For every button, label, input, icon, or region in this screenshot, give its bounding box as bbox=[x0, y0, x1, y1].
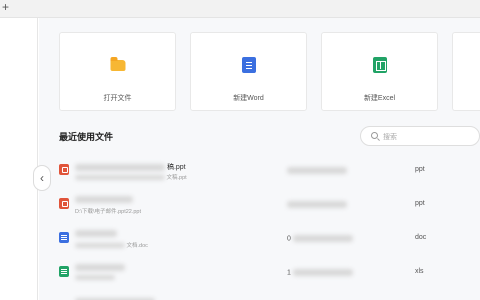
word-doc-icon bbox=[241, 57, 256, 73]
file-time: 1 bbox=[287, 269, 353, 276]
sidebar bbox=[0, 18, 38, 300]
file-type: ppt bbox=[415, 166, 425, 173]
folder-icon bbox=[110, 57, 125, 71]
file-time bbox=[287, 167, 347, 174]
file-path: 文稿.ppt bbox=[75, 173, 187, 181]
ppt-file-icon bbox=[59, 164, 69, 175]
file-type: ppt bbox=[415, 200, 425, 207]
list-item[interactable] bbox=[57, 294, 480, 300]
file-path: 文档.doc bbox=[75, 241, 148, 249]
file-type: xls bbox=[415, 268, 424, 275]
list-item[interactable]: D:\下载\电子邮件.ppt22.ppt ppt bbox=[57, 192, 480, 224]
file-time: 0 bbox=[287, 235, 353, 242]
file-name bbox=[75, 230, 117, 237]
recent-files-title: 最近使用文件 bbox=[59, 132, 114, 142]
new-excel-card[interactable]: 新建Excel bbox=[321, 32, 438, 111]
search-input[interactable]: 搜索 bbox=[360, 126, 480, 146]
new-word-label: 新建Word bbox=[233, 95, 264, 102]
file-time bbox=[287, 201, 347, 208]
new-word-card[interactable]: 新建Word bbox=[190, 32, 307, 111]
open-file-card[interactable]: 打开文件 bbox=[59, 32, 176, 111]
title-bar: + bbox=[0, 0, 480, 18]
collapse-sidebar-button[interactable]: ‹ bbox=[33, 165, 51, 191]
main-panel: 打开文件 新建Word 新建Excel 最近使用文件 搜索 稿.ppt 文稿.p… bbox=[39, 18, 480, 300]
list-item[interactable]: 稿.ppt 文稿.ppt ppt bbox=[57, 158, 480, 190]
ppt-file-icon bbox=[59, 198, 69, 209]
open-file-label: 打开文件 bbox=[103, 95, 132, 102]
new-tab-button[interactable]: + bbox=[2, 0, 9, 14]
file-path: D:\下载\电子邮件.ppt22.ppt bbox=[75, 209, 142, 215]
file-name bbox=[75, 196, 133, 203]
chevron-left-icon: ‹ bbox=[40, 171, 44, 185]
search-placeholder: 搜索 bbox=[383, 134, 397, 141]
list-item[interactable]: 文档.doc 0 doc bbox=[57, 226, 480, 258]
list-item[interactable]: 1 xls bbox=[57, 260, 480, 292]
file-name: 稿.ppt bbox=[75, 162, 186, 172]
file-name bbox=[75, 264, 125, 271]
more-action-card[interactable] bbox=[452, 32, 480, 111]
search-icon bbox=[371, 132, 378, 139]
doc-file-icon bbox=[59, 232, 69, 243]
xls-file-icon bbox=[59, 266, 69, 277]
file-path bbox=[75, 275, 115, 281]
new-excel-label: 新建Excel bbox=[363, 95, 396, 102]
file-type: doc bbox=[415, 234, 427, 241]
excel-sheet-icon bbox=[372, 57, 387, 73]
